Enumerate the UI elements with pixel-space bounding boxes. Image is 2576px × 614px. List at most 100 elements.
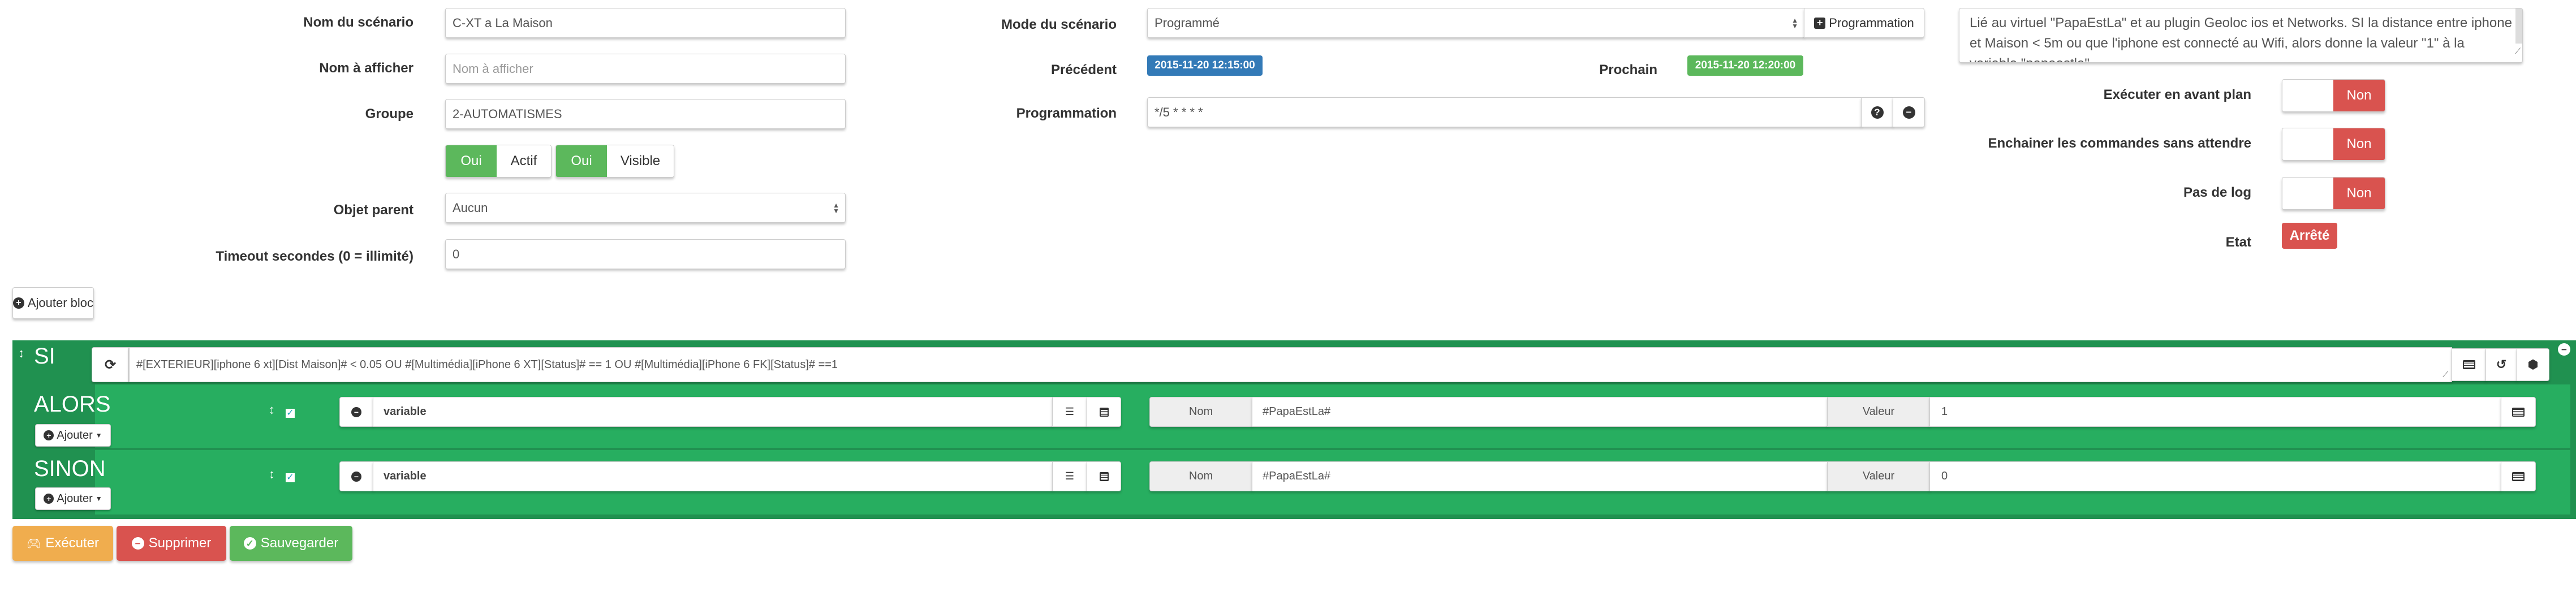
programmation-input[interactable]: */5 * * * * <box>1147 97 1862 127</box>
remove-action-button[interactable]: − <box>339 397 373 427</box>
execute-button[interactable]: 🎮︎ Exécuter <box>12 526 113 561</box>
tasks-icon: ☰ <box>1065 406 1075 417</box>
plus-square-icon: + <box>1814 17 1826 29</box>
active-yes[interactable]: Oui <box>446 145 497 177</box>
minus-circle-icon: − <box>351 471 361 482</box>
timeout-label: Timeout secondes (0 = illimité) <box>216 249 413 264</box>
plus-circle-icon: + <box>44 494 54 504</box>
select-command-button[interactable] <box>1087 397 1121 427</box>
plus-circle-icon: + <box>13 297 24 309</box>
foreground-value: Non <box>2333 80 2385 111</box>
caret-down-icon: ▼ <box>95 495 102 503</box>
action-type-input[interactable]: variable <box>373 397 1053 427</box>
chain-commands-toggle[interactable]: Non <box>2282 128 2385 161</box>
timeout-input[interactable]: 0 <box>445 239 846 269</box>
visible-yes[interactable]: Oui <box>556 145 607 177</box>
no-log-toggle[interactable]: Non <box>2282 177 2385 210</box>
alors-add-label: Ajouter <box>57 429 93 442</box>
select-command-button[interactable] <box>2501 461 2536 491</box>
value-addon: Valeur <box>1827 397 1930 427</box>
delete-label: Supprimer <box>148 535 212 551</box>
execute-label: Exécuter <box>45 535 100 551</box>
foreground-label: Exécuter en avant plan <box>2103 87 2251 102</box>
caret-down-icon: ▼ <box>95 431 102 439</box>
select-command-button[interactable] <box>2501 397 2536 427</box>
enable-action-checkbox[interactable]: ✓ <box>286 473 295 482</box>
question-circle-icon: ? <box>1871 106 1884 119</box>
cube-icon: ⬢ <box>2527 357 2539 371</box>
add-programmation-label: Programmation <box>1829 15 1914 30</box>
add-block-button[interactable]: + Ajouter bloc <box>12 287 94 319</box>
parent-object-select[interactable]: Aucun ▲ ▼ <box>445 193 846 223</box>
si-condition-text: #[EXTERIEUR][iphone 6 xt][Dist Maison]# … <box>136 358 838 371</box>
scenario-mode-select[interactable]: Programmé ▲ ▼ <box>1147 8 1804 38</box>
scenario-mode-value: Programmé <box>1155 15 1220 30</box>
active-toggle[interactable]: Oui Actif <box>445 145 552 178</box>
select-arrows-icon: ▲ ▼ <box>1791 16 1798 30</box>
scenario-name-input[interactable]: C-XT a La Maison <box>445 8 846 38</box>
enable-action-checkbox[interactable]: ✓ <box>286 409 295 418</box>
resize-handle-icon[interactable]: ⟋ <box>2515 41 2521 61</box>
drag-handle-icon[interactable]: ↕ <box>18 346 24 361</box>
select-command-button[interactable] <box>2452 348 2486 381</box>
variable-name-input[interactable]: #PapaEstLa# <box>1252 461 1828 491</box>
variable-value-input[interactable]: 1 <box>1929 397 2501 427</box>
state-label: Etat <box>2225 235 2251 250</box>
description-text: Lié au virtuel "PapaEstLa" et au plugin … <box>1970 15 2512 62</box>
group-input[interactable]: 2-AUTOMATISMES <box>445 99 846 129</box>
select-equipment-button[interactable]: ⬢ <box>2517 348 2549 381</box>
list-alt-icon <box>2512 407 2525 417</box>
remove-block-icon[interactable]: − <box>2558 343 2570 356</box>
textarea-scrollbar[interactable] <box>2515 8 2522 44</box>
previous-label: Précédent <box>1050 62 1117 77</box>
si-condition-input[interactable]: #[EXTERIEUR][iphone 6 xt][Dist Maison]# … <box>129 347 2452 382</box>
programmation-label: Programmation <box>1016 106 1117 121</box>
name-addon: Nom <box>1149 397 1252 427</box>
si-block-title: SI <box>34 344 55 369</box>
minus-circle-icon: − <box>1902 106 1915 119</box>
select-action-button[interactable]: ☰ <box>1052 397 1087 427</box>
scenario-name-label: Nom du scénario <box>303 15 413 30</box>
select-arrows-icon: ▲ ▼ <box>833 201 839 215</box>
drag-handle-icon[interactable]: ↕ <box>269 403 275 417</box>
delete-button[interactable]: − Supprimer <box>117 526 226 561</box>
add-block-label: Ajouter bloc <box>27 296 93 310</box>
action-type-input[interactable]: variable <box>373 461 1053 491</box>
drag-handle-icon[interactable]: ↕ <box>269 467 275 482</box>
parent-object-value: Aucun <box>453 200 488 215</box>
description-textarea[interactable]: Lié au virtuel "PapaEstLa" et au plugin … <box>1959 8 2523 63</box>
save-label: Sauvegarder <box>260 535 339 551</box>
cron-help-button[interactable]: ? <box>1861 97 1893 127</box>
variable-value-input[interactable]: 0 <box>1929 461 2501 491</box>
scenario-mode-label: Mode du scénario <box>1001 17 1117 32</box>
value-addon: Valeur <box>1827 461 1930 491</box>
sinon-add-dropdown[interactable]: + Ajouter ▼ <box>35 487 111 510</box>
alors-add-dropdown[interactable]: + Ajouter ▼ <box>35 424 111 447</box>
visible-label[interactable]: Visible <box>607 145 674 177</box>
resize-handle-icon[interactable]: ⟋ <box>2443 370 2448 379</box>
select-action-button[interactable]: ☰ <box>1052 461 1087 491</box>
visible-toggle[interactable]: Oui Visible <box>555 145 674 178</box>
previous-run-badge: 2015-11-20 12:15:00 <box>1147 55 1263 76</box>
sinon-add-label: Ajouter <box>57 492 93 505</box>
toggle-condition-mode-button[interactable]: ⟳ <box>92 347 129 382</box>
no-log-value: Non <box>2333 178 2385 209</box>
foreground-toggle[interactable]: Non <box>2282 79 2385 112</box>
parent-object-label: Objet parent <box>333 202 413 218</box>
remove-action-button[interactable]: − <box>339 461 373 491</box>
tasks-icon: ☰ <box>1065 470 1075 482</box>
list-alt-icon <box>2462 360 2475 369</box>
gamepad-icon: 🎮︎ <box>26 537 41 550</box>
refresh-icon: ⟳ <box>104 357 117 373</box>
select-command-button[interactable] <box>1087 461 1121 491</box>
chain-commands-label: Enchainer les commandes sans attendre <box>1988 136 2251 151</box>
check-circle-icon: ✓ <box>243 537 256 550</box>
list-alt-icon <box>1099 407 1109 417</box>
select-scenario-button[interactable]: ↺ <box>2485 348 2517 381</box>
display-name-input[interactable]: Nom à afficher <box>445 54 846 84</box>
add-programmation-button[interactable]: + Programmation <box>1804 8 1924 38</box>
variable-name-input[interactable]: #PapaEstLa# <box>1252 397 1828 427</box>
save-button[interactable]: ✓ Sauvegarder <box>230 526 352 561</box>
remove-programmation-button[interactable]: − <box>1893 97 1925 127</box>
active-label[interactable]: Actif <box>497 145 551 177</box>
